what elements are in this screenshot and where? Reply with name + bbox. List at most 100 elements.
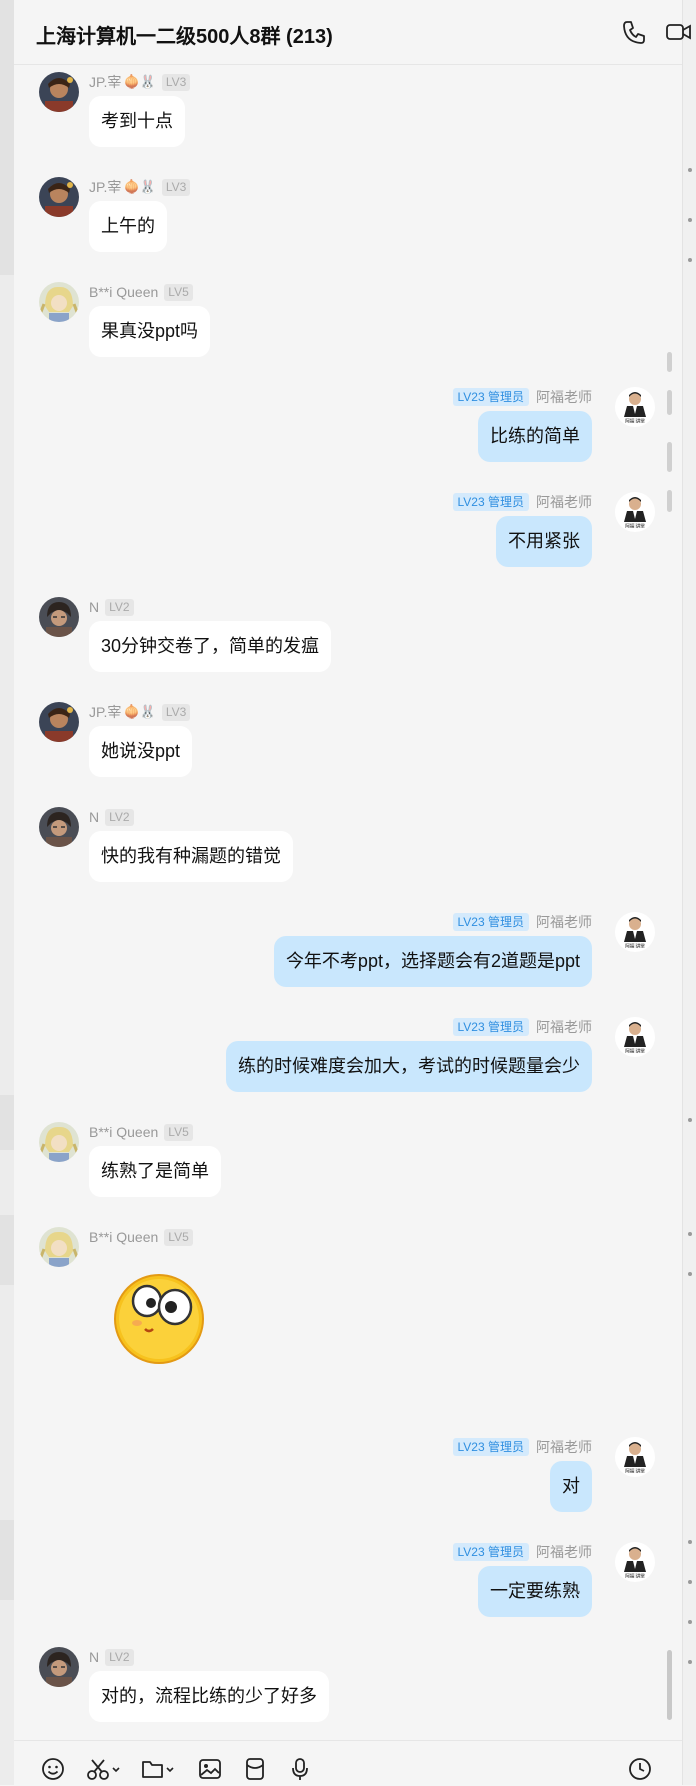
sender-name[interactable]: 阿福老师 bbox=[536, 912, 592, 932]
avatar[interactable] bbox=[39, 702, 79, 742]
history-clock-icon[interactable] bbox=[627, 1756, 653, 1782]
left-panel-band bbox=[0, 1095, 14, 1150]
avatar[interactable]: 阿福 讲堂 bbox=[615, 1542, 655, 1582]
avatar[interactable]: 阿福 讲堂 bbox=[615, 1437, 655, 1477]
right-panel-marker bbox=[688, 1272, 692, 1276]
sender-meta: LV23 管理员 阿福老师 bbox=[452, 1542, 592, 1562]
right-panel-marker bbox=[688, 1580, 692, 1584]
message-bubble[interactable]: 考到十点 bbox=[89, 96, 185, 147]
svg-text:阿福 讲堂: 阿福 讲堂 bbox=[625, 1573, 645, 1580]
googly-eyes-emoji-sticker[interactable] bbox=[109, 1267, 209, 1372]
level-badge: LV5 bbox=[164, 283, 193, 301]
avatar[interactable]: 阿福 讲堂 bbox=[615, 387, 655, 427]
avatar[interactable]: 阿福 讲堂 bbox=[615, 1017, 655, 1057]
image-icon[interactable] bbox=[197, 1756, 223, 1782]
message-bubble[interactable]: 对的，流程比练的少了好多 bbox=[89, 1671, 329, 1722]
sender-name[interactable]: N bbox=[89, 809, 99, 825]
sender-name[interactable]: B**i Queen bbox=[89, 284, 158, 300]
sender-name[interactable]: 阿福老师 bbox=[536, 492, 592, 512]
message-item: B**i Queen LV5 bbox=[14, 1227, 682, 1427]
message-bubble[interactable]: 快的我有种漏题的错觉 bbox=[89, 831, 293, 882]
name-emoji: 🧅🐰 bbox=[123, 704, 156, 719]
input-toolbar bbox=[14, 1740, 682, 1786]
level-badge: LV2 bbox=[105, 808, 134, 826]
avatar[interactable] bbox=[39, 807, 79, 847]
sender-name[interactable]: N bbox=[89, 1649, 99, 1665]
right-panel-marker bbox=[688, 1540, 692, 1544]
sender-meta: B**i Queen LV5 bbox=[89, 1227, 193, 1247]
video-camera-icon[interactable] bbox=[664, 18, 692, 46]
avatar[interactable] bbox=[39, 72, 79, 112]
message-bubble[interactable]: 对 bbox=[550, 1461, 592, 1512]
avatar[interactable]: 阿福 讲堂 bbox=[615, 492, 655, 532]
message-bubble[interactable]: 一定要练熟 bbox=[478, 1566, 592, 1617]
sender-name[interactable]: JP.宰 bbox=[89, 177, 121, 197]
red-packet-icon[interactable] bbox=[242, 1756, 268, 1782]
chat-title: 上海计算机一二级500人8群 (213) bbox=[36, 26, 333, 48]
sender-name[interactable]: 阿福老师 bbox=[536, 1542, 592, 1562]
emoji-icon[interactable] bbox=[40, 1756, 66, 1782]
folder-icon[interactable] bbox=[140, 1756, 180, 1782]
avatar[interactable] bbox=[39, 1647, 79, 1687]
avatar[interactable] bbox=[39, 1122, 79, 1162]
sender-meta: N LV2 bbox=[89, 1647, 134, 1667]
level-badge: LV2 bbox=[105, 1648, 134, 1666]
level-badge: LV3 bbox=[161, 178, 191, 196]
right-panel-marker bbox=[688, 1660, 692, 1664]
message-item: 阿福 讲堂 LV23 管理员 阿福老师 不用紧张 bbox=[14, 492, 682, 572]
message-item: 阿福 讲堂 LV23 管理员 阿福老师一定要练熟 bbox=[14, 1542, 682, 1622]
left-panel-edge bbox=[0, 0, 14, 1785]
message-item: JP.宰 🧅🐰 LV3 她说没ppt bbox=[14, 702, 682, 782]
message-item: JP.宰 🧅🐰 LV3 考到十点 bbox=[14, 72, 682, 152]
sender-meta: LV23 管理员 阿福老师 bbox=[452, 1017, 592, 1037]
sender-name[interactable]: 阿福老师 bbox=[536, 1437, 592, 1457]
level-badge: LV3 bbox=[161, 73, 191, 91]
message-bubble[interactable]: 不用紧张 bbox=[496, 516, 592, 567]
name-emoji: 🧅🐰 bbox=[123, 74, 156, 89]
sender-name[interactable]: B**i Queen bbox=[89, 1229, 158, 1245]
sender-meta: B**i Queen LV5 bbox=[89, 282, 193, 302]
message-bubble[interactable]: 今年不考ppt，选择题会有2道题是ppt bbox=[273, 936, 592, 987]
message-item: 阿福 讲堂 LV23 管理员 阿福老师对 bbox=[14, 1437, 682, 1517]
sender-name[interactable]: 阿福老师 bbox=[536, 387, 592, 407]
message-bubble[interactable]: 她说没ppt bbox=[89, 726, 193, 777]
level-badge: LV5 bbox=[164, 1123, 193, 1141]
message-bubble[interactable]: 上午的 bbox=[89, 201, 167, 252]
sender-name[interactable]: JP.宰 bbox=[89, 72, 121, 92]
svg-text:阿福 讲堂: 阿福 讲堂 bbox=[625, 943, 645, 950]
left-panel-band bbox=[0, 1215, 14, 1285]
message-bubble[interactable]: 果真没ppt吗 bbox=[89, 306, 211, 357]
sender-meta: JP.宰 🧅🐰 LV3 bbox=[89, 72, 191, 92]
sender-name[interactable]: 阿福老师 bbox=[536, 1017, 592, 1037]
avatar[interactable] bbox=[39, 597, 79, 637]
admin-badge: LV23 管理员 bbox=[452, 388, 529, 406]
svg-text:阿福 讲堂: 阿福 讲堂 bbox=[625, 1468, 645, 1475]
right-panel-edge bbox=[682, 0, 696, 1785]
scissors-icon[interactable] bbox=[86, 1756, 126, 1782]
message-item: B**i Queen LV5 果真没ppt吗 bbox=[14, 282, 682, 362]
level-badge: LV3 bbox=[161, 703, 191, 721]
avatar[interactable] bbox=[39, 177, 79, 217]
microphone-icon[interactable] bbox=[287, 1756, 313, 1782]
avatar[interactable] bbox=[39, 282, 79, 322]
sender-name[interactable]: JP.宰 bbox=[89, 702, 121, 722]
right-panel-marker bbox=[688, 1118, 692, 1122]
message-list[interactable]: JP.宰 🧅🐰 LV3 考到十点 JP.宰 🧅🐰 LV3 上午的 B**i Queen LV5 果真… bbox=[14, 65, 682, 1740]
sender-meta: LV23 管理员 阿福老师 bbox=[452, 1437, 592, 1457]
right-panel-marker bbox=[688, 1620, 692, 1624]
sender-name[interactable]: B**i Queen bbox=[89, 1124, 158, 1140]
message-bubble[interactable]: 比练的简单 bbox=[478, 411, 592, 462]
message-item: 阿福 讲堂 LV23 管理员 阿福老师比练的简单 bbox=[14, 387, 682, 467]
scrollbar-thumb[interactable] bbox=[667, 1650, 672, 1720]
message-bubble[interactable]: 30分钟交卷了，简单的发瘟 bbox=[89, 621, 332, 672]
message-bubble[interactable]: 练熟了是简单 bbox=[89, 1146, 221, 1197]
left-panel-band bbox=[0, 1520, 14, 1600]
message-item: 阿福 讲堂 LV23 管理员 阿福老师 今年不考ppt，选择题会有2道题是ppt bbox=[14, 912, 682, 992]
phone-icon[interactable] bbox=[620, 18, 648, 46]
avatar[interactable]: 阿福 讲堂 bbox=[615, 912, 655, 952]
message-bubble[interactable]: 练的时候难度会加大，考试的时候题量会少 bbox=[226, 1041, 592, 1092]
message-item: N LV2 30分钟交卷了，简单的发瘟 bbox=[14, 597, 682, 677]
sender-name[interactable]: N bbox=[89, 599, 99, 615]
avatar[interactable] bbox=[39, 1227, 79, 1267]
sender-meta: JP.宰 🧅🐰 LV3 bbox=[89, 177, 191, 197]
